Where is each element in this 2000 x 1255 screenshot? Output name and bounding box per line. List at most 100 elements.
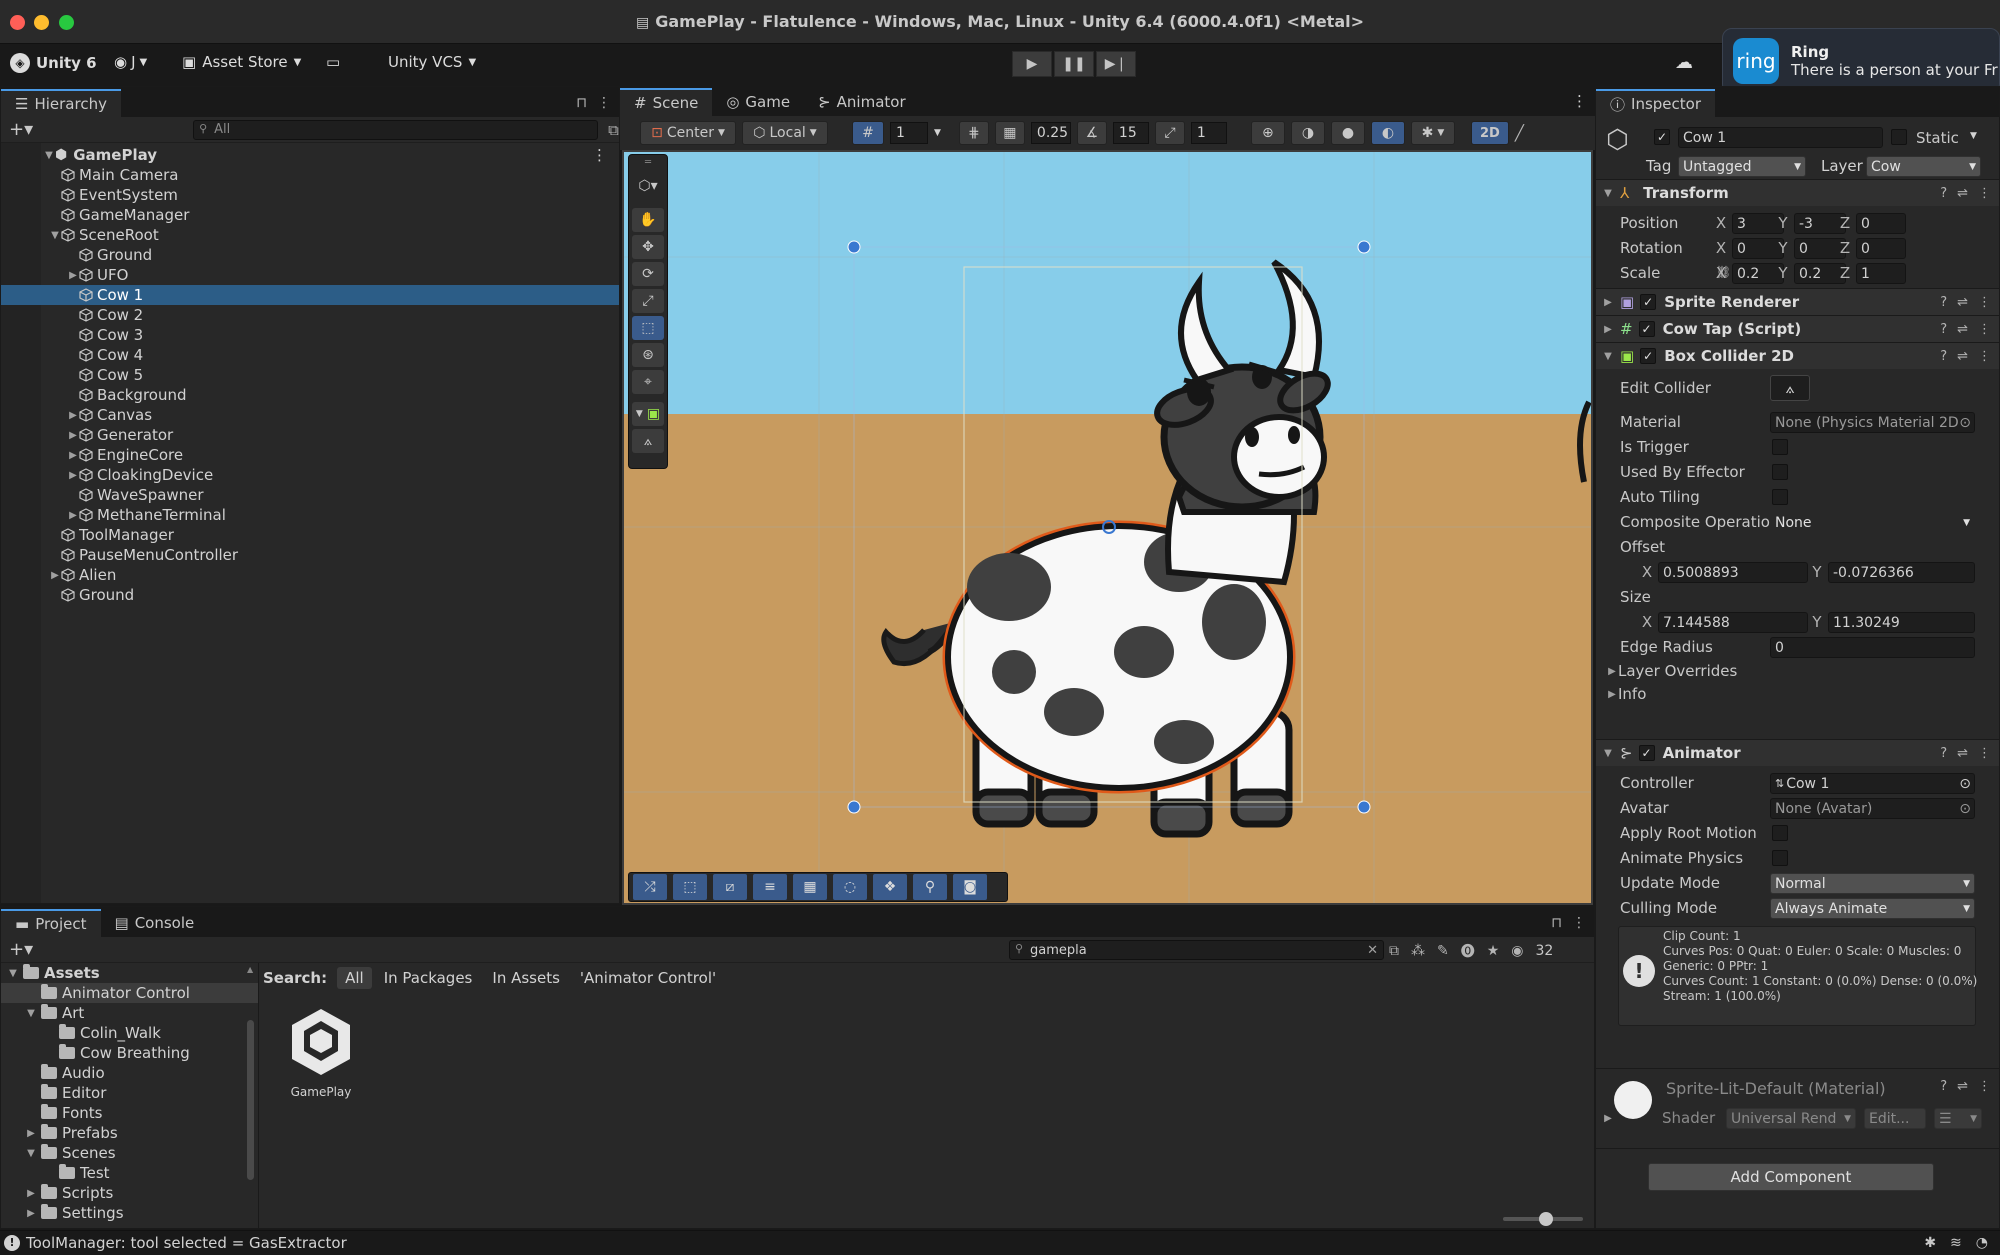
progress-icon[interactable]: ◔ bbox=[1976, 1235, 1988, 1251]
cloud-icon[interactable]: ☁ bbox=[1675, 52, 1693, 73]
collapse-arrow-icon[interactable]: ▼ bbox=[1602, 351, 1614, 362]
animate-physics-checkbox[interactable] bbox=[1772, 850, 1788, 866]
expand-arrow-icon[interactable]: ▶ bbox=[67, 270, 79, 281]
more-options-icon[interactable]: ⋮ bbox=[1572, 915, 1586, 931]
edit-collider-button[interactable]: ⟑ bbox=[1770, 375, 1810, 401]
lock-icon[interactable]: ⊓ bbox=[1551, 915, 1562, 931]
help-icon[interactable]: ? bbox=[1940, 746, 1947, 761]
help-icon[interactable]: ? bbox=[1940, 322, 1947, 337]
play-button[interactable]: ▶ bbox=[1012, 51, 1052, 77]
camera-button[interactable]: ◙ bbox=[953, 874, 987, 900]
hierarchy-item[interactable]: Cow 3 bbox=[1, 325, 619, 345]
more-options-icon[interactable]: ⋮ bbox=[592, 146, 607, 164]
rotation-z-axis-label[interactable]: Z bbox=[1836, 239, 1854, 257]
collapse-arrow-icon[interactable]: ▼ bbox=[1602, 748, 1614, 759]
rect-handle-bottom-right[interactable] bbox=[1357, 800, 1371, 814]
tab-game[interactable]: ◎ Game bbox=[712, 88, 804, 116]
expand-arrow-icon[interactable]: ▼ bbox=[25, 1148, 37, 1159]
auto-tiling-checkbox[interactable] bbox=[1772, 489, 1788, 505]
unity-account-button[interactable]: ◈ Unity 6 bbox=[10, 53, 97, 73]
project-folder-item[interactable]: Colin_Walk bbox=[1, 1023, 258, 1043]
scale-snap-button[interactable]: ⤢ bbox=[1154, 121, 1185, 145]
filter-in-packages[interactable]: In Packages bbox=[376, 967, 481, 989]
hierarchy-item[interactable]: ▶ EngineCore bbox=[1, 445, 619, 465]
hierarchy-item[interactable]: Cow 4 bbox=[1, 345, 619, 365]
project-folder-item[interactable]: Cow Breathing bbox=[1, 1043, 258, 1063]
tab-inspector[interactable]: ⓘ Inspector bbox=[1596, 89, 1715, 117]
expand-arrow-icon[interactable]: ▶ bbox=[67, 430, 79, 441]
scale-z-axis-label[interactable]: Z bbox=[1836, 264, 1854, 282]
apply-root-motion-checkbox[interactable] bbox=[1772, 825, 1788, 841]
size-y-field[interactable]: 11.30249 bbox=[1828, 612, 1975, 633]
rect-tool-button[interactable]: ⬚ bbox=[632, 316, 664, 340]
layer-overrides-foldout[interactable]: ▶ Layer Overrides bbox=[1606, 662, 1737, 680]
hierarchy-item[interactable]: Ground bbox=[1, 585, 619, 605]
expand-arrow-icon[interactable]: ▼ bbox=[43, 150, 55, 161]
rotation-z-field[interactable]: 0 bbox=[1856, 238, 1906, 259]
scale-y-axis-label[interactable]: Y bbox=[1774, 264, 1792, 282]
transform-header[interactable]: ▼ ⅄ Transform ? ⇌ ⋮ bbox=[1596, 179, 1999, 206]
culling-mode-dropdown[interactable]: Always Animate ▼ bbox=[1770, 898, 1975, 919]
help-icon[interactable]: ? bbox=[1940, 295, 1947, 310]
position-x-axis-label[interactable]: X bbox=[1712, 214, 1730, 232]
tilemap-button[interactable]: ▦ bbox=[793, 874, 827, 900]
project-folder-item[interactable]: ▼ Scenes bbox=[1, 1143, 258, 1163]
rotation-snap-button[interactable]: ∡ bbox=[1076, 121, 1107, 145]
presets-icon[interactable]: ⇌ bbox=[1957, 349, 1968, 364]
debug-mode-icon[interactable]: ✱ bbox=[1924, 1235, 1936, 1251]
draw-mode-button[interactable]: ⊕ bbox=[1250, 121, 1285, 145]
hierarchy-item[interactable]: GameManager bbox=[1, 205, 619, 225]
expand-arrow-icon[interactable]: ▼ bbox=[7, 968, 19, 979]
expand-arrow-icon[interactable]: ▶ bbox=[25, 1128, 37, 1139]
help-icon[interactable]: ? bbox=[1940, 1079, 1947, 1094]
package-icon[interactable]: ▭ bbox=[326, 53, 340, 71]
version-control-dropdown[interactable]: Unity VCS ▼ bbox=[388, 53, 476, 71]
rect-handle-top-left[interactable] bbox=[847, 240, 861, 254]
hand-tool-button[interactable]: ✋ bbox=[632, 208, 664, 232]
info-foldout[interactable]: ▶ Info bbox=[1606, 685, 1646, 703]
tab-console[interactable]: ▤ Console bbox=[101, 909, 209, 937]
edge-radius-field[interactable]: 0 bbox=[1770, 637, 1975, 658]
expand-arrow-icon[interactable]: ▶ bbox=[67, 510, 79, 521]
edit-shape-tool-button[interactable]: ⟑ bbox=[632, 429, 664, 453]
expand-arrow-icon[interactable]: ▶ bbox=[1602, 297, 1614, 308]
add-dropdown-icon[interactable]: +▾ bbox=[9, 939, 33, 960]
layers-button[interactable]: ❖ bbox=[873, 874, 907, 900]
hierarchy-item[interactable]: Cow 2 bbox=[1, 305, 619, 325]
cow-tap-header[interactable]: ▶ # ✓ Cow Tap (Script) ? ⇌ ⋮ bbox=[1596, 315, 1999, 342]
project-folder-item[interactable]: Editor bbox=[1, 1083, 258, 1103]
rotate-tool-button[interactable]: ⟳ bbox=[632, 262, 664, 286]
presets-icon[interactable]: ⇌ bbox=[1957, 322, 1968, 337]
add-component-button[interactable]: Add Component bbox=[1648, 1163, 1934, 1191]
slider-thumb[interactable] bbox=[1539, 1212, 1553, 1226]
hierarchy-item[interactable]: ▶ CloakingDevice bbox=[1, 465, 619, 485]
hierarchy-item[interactable]: EventSystem bbox=[1, 185, 619, 205]
rotation-x-axis-label[interactable]: X bbox=[1712, 239, 1730, 257]
hierarchy-item[interactable]: Background bbox=[1, 385, 619, 405]
project-folder-item[interactable]: Animator Control bbox=[1, 983, 258, 1003]
project-folder-item[interactable]: ▶ Settings bbox=[1, 1203, 258, 1223]
pause-button[interactable]: ❚❚ bbox=[1054, 51, 1094, 77]
more-options-icon[interactable]: ⋮ bbox=[1978, 186, 1991, 201]
select-rect-button[interactable]: ⬚ bbox=[673, 874, 707, 900]
pen-icon[interactable]: ╱ bbox=[1515, 124, 1524, 142]
sprite-renderer-header[interactable]: ▶ ▣ ✓ Sprite Renderer ? ⇌ ⋮ bbox=[1596, 288, 1999, 315]
expand-arrow-icon[interactable]: ▶ bbox=[49, 570, 61, 581]
expand-arrow-icon[interactable]: ▼ bbox=[49, 230, 61, 241]
edit-shader-button[interactable]: Edit... bbox=[1864, 1108, 1926, 1129]
folder-tree-scrollbar[interactable]: ▲ bbox=[247, 965, 256, 1215]
label-icon[interactable]: ✎ bbox=[1437, 943, 1449, 959]
crop-button[interactable]: ⧄ bbox=[713, 874, 747, 900]
tool-dropdown-icon[interactable]: ⬡▾ bbox=[629, 178, 667, 194]
more-options-icon[interactable]: ⋮ bbox=[1572, 92, 1587, 110]
scale-x-axis-label[interactable]: X bbox=[1712, 264, 1730, 282]
active-checkbox[interactable]: ✓ bbox=[1654, 129, 1670, 145]
more-options-icon[interactable]: ⋮ bbox=[1978, 349, 1991, 364]
visibility-icon[interactable]: ◉ bbox=[1511, 943, 1523, 959]
expand-arrow-icon[interactable]: ▶ bbox=[25, 1208, 37, 1219]
hierarchy-item[interactable]: Cow 5 bbox=[1, 365, 619, 385]
notification-banner[interactable]: ring Ring There is a person at your Fr bbox=[1722, 28, 2000, 94]
size-x-field[interactable]: 7.144588 bbox=[1658, 612, 1808, 633]
object-picker-icon[interactable]: ⊙ bbox=[1959, 801, 1971, 817]
mode-2d-toggle[interactable]: 2D bbox=[1470, 121, 1509, 145]
